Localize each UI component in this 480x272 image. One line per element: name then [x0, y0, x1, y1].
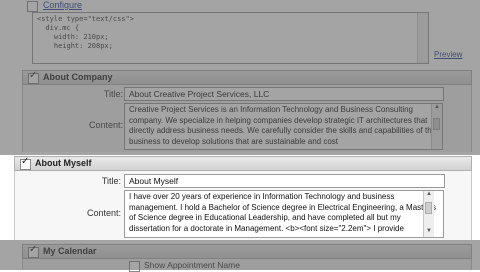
- about-company-header[interactable]: About Company: [22, 70, 472, 85]
- scroll-thumb[interactable]: [433, 118, 440, 130]
- about-myself-title: About Myself: [35, 158, 92, 168]
- code-scrollbar[interactable]: [417, 13, 428, 63]
- my-calendar-header[interactable]: My Calendar: [22, 244, 472, 259]
- css-code-editor[interactable]: <style type="text/css"> div.mc { width: …: [32, 12, 429, 64]
- about-myself-panel: Title: About Myself Content: I have over…: [14, 171, 472, 240]
- page: Configure <style type="text/css"> div.mc…: [0, 0, 480, 272]
- code-line: <style type="text/css">: [37, 15, 134, 23]
- show-appointment-label: Show Appointment Name: [144, 260, 240, 270]
- about-myself-header[interactable]: About Myself: [14, 156, 472, 171]
- content-label: Content:: [86, 208, 121, 218]
- scroll-down-icon[interactable]: ▼: [424, 228, 434, 237]
- title-label: Title:: [103, 89, 123, 99]
- about-myself-checkbox[interactable]: [20, 156, 31, 170]
- css-link[interactable]: Configure: [43, 0, 82, 10]
- about-company-checkbox[interactable]: [28, 70, 39, 84]
- css-config-row: Configure <style type="text/css"> div.mc…: [22, 0, 472, 66]
- about-company-content-textarea[interactable]: Creative Project Services is an Informat…: [124, 103, 443, 150]
- my-calendar-checkbox[interactable]: [28, 244, 39, 258]
- about-company-content-text: Creative Project Services is an Informat…: [129, 105, 437, 146]
- scroll-up-icon[interactable]: ▲: [424, 191, 434, 200]
- about-myself-content-text: I have over 20 years of experience in In…: [129, 192, 437, 233]
- about-company-scrollbar[interactable]: ▲: [431, 104, 442, 149]
- css-checkbox[interactable]: [27, 1, 38, 12]
- title-label: Title:: [101, 176, 121, 186]
- about-myself-title-input[interactable]: About Myself: [124, 174, 445, 188]
- preview-link[interactable]: Preview: [434, 50, 462, 59]
- scroll-thumb[interactable]: [425, 202, 432, 214]
- about-company-title: About Company: [43, 72, 113, 82]
- my-calendar-panel: Show Appointment Name: [22, 259, 472, 272]
- code-line: div.mc {: [37, 24, 80, 32]
- show-appointment-checkbox[interactable]: [129, 261, 140, 272]
- my-calendar-title: My Calendar: [43, 246, 97, 256]
- about-company-panel: Title: About Creative Project Services, …: [22, 85, 472, 152]
- code-line: width: 210px;: [37, 33, 109, 41]
- about-company-title-input[interactable]: About Creative Project Services, LLC: [124, 87, 444, 101]
- code-line: height: 208px;: [37, 42, 113, 50]
- about-myself-content-textarea[interactable]: I have over 20 years of experience in In…: [124, 190, 444, 238]
- about-myself-scrollbar[interactable]: ▲ ▼: [423, 191, 434, 237]
- content-label: Content:: [88, 120, 123, 130]
- scroll-up-icon[interactable]: ▲: [432, 104, 442, 113]
